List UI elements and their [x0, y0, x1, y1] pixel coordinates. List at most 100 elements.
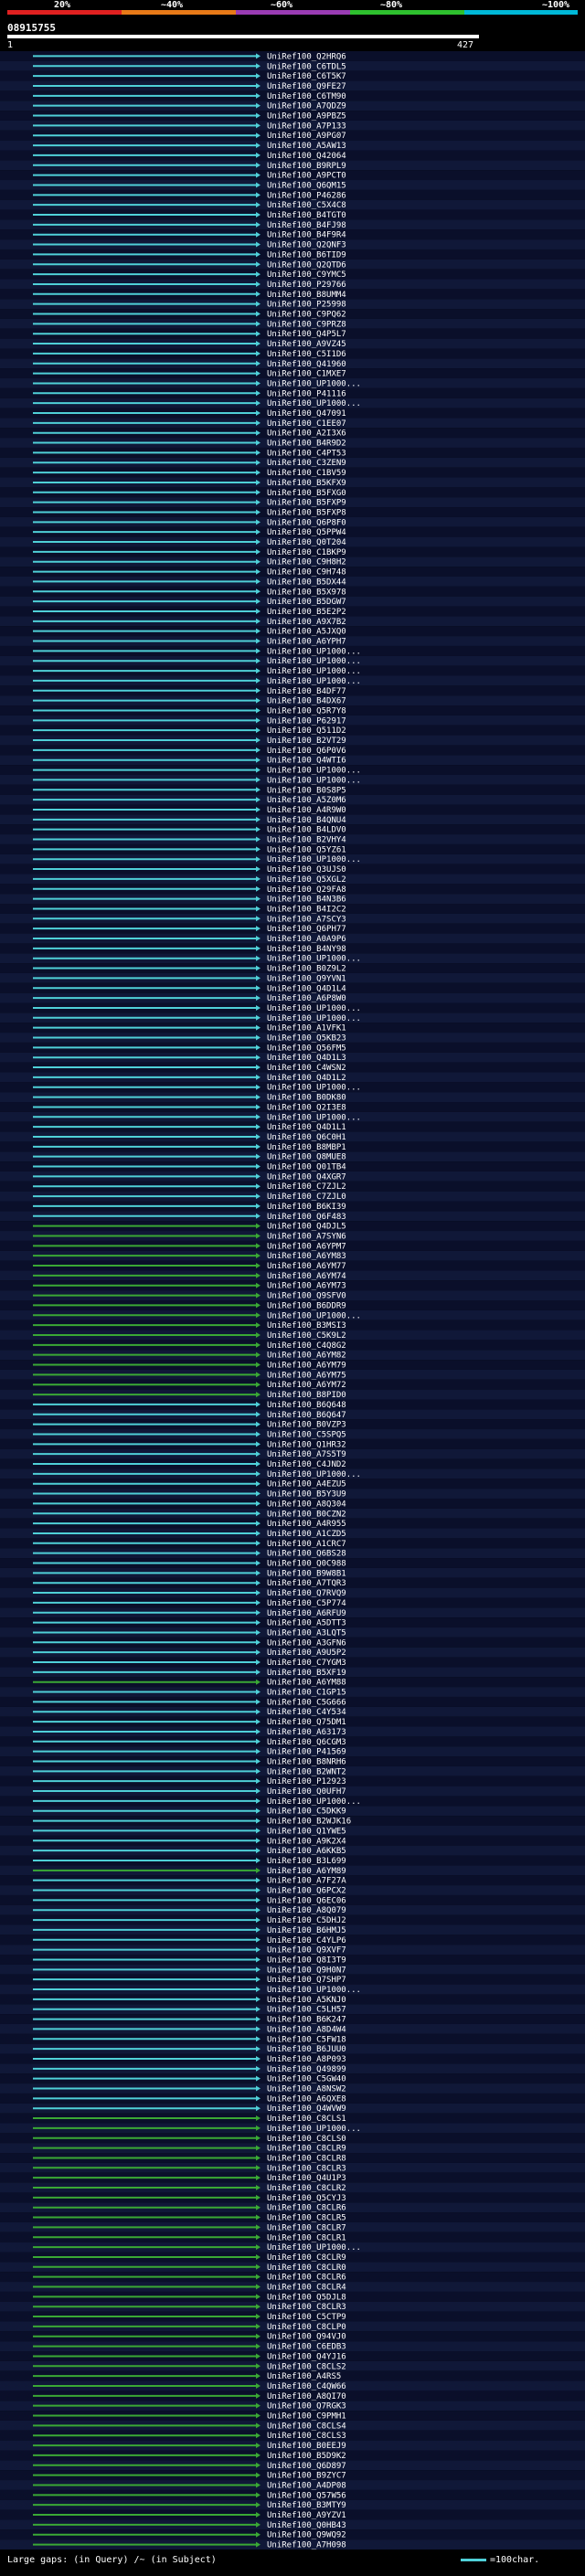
hit-row[interactable]: UniRef100_C8CLR1	[0, 2231, 585, 2242]
hit-row[interactable]: UniRef100_Q6F483	[0, 1211, 585, 1222]
hit-label[interactable]: UniRef100_B4N3B6	[267, 896, 346, 905]
hit-label[interactable]: UniRef100_B0VZP3	[267, 1421, 346, 1430]
hit-label[interactable]: UniRef100_UP1000...	[267, 1311, 361, 1320]
hit-label[interactable]: UniRef100_A5DTT3	[267, 1619, 346, 1628]
hit-row[interactable]: UniRef100_C8CLS4	[0, 2420, 585, 2431]
hit-row[interactable]: UniRef100_A7TQR3	[0, 1577, 585, 1588]
hit-label[interactable]: UniRef100_C5DHJ2	[267, 1916, 346, 1925]
hit-row[interactable]: UniRef100_B8UMM4	[0, 289, 585, 300]
hit-row[interactable]: UniRef100_A4EZU5	[0, 1479, 585, 1489]
hit-label[interactable]: UniRef100_A9YZV1	[267, 2511, 346, 2520]
hit-row[interactable]: UniRef100_A5KNJ0	[0, 1994, 585, 2005]
hit-row[interactable]: UniRef100_Q6D897	[0, 2460, 585, 2471]
hit-label[interactable]: UniRef100_C8CLS3	[267, 2432, 346, 2441]
hit-row[interactable]: UniRef100_C5X4C8	[0, 199, 585, 210]
hit-row[interactable]: UniRef100_UP1000...	[0, 1309, 585, 1320]
hit-row[interactable]: UniRef100_C8CLR7	[0, 2221, 585, 2232]
hit-label[interactable]: UniRef100_C4WSN2	[267, 1064, 346, 1073]
hit-label[interactable]: UniRef100_B2WJK16	[267, 1818, 351, 1827]
hit-label[interactable]: UniRef100_C5K9L2	[267, 1331, 346, 1341]
hit-label[interactable]: UniRef100_C3ZEN9	[267, 459, 346, 468]
hit-label[interactable]: UniRef100_A6P8W0	[267, 994, 346, 1003]
hit-label[interactable]: UniRef100_Q6PCX2	[267, 1887, 346, 1896]
hit-label[interactable]: UniRef100_A4RS5	[267, 2372, 341, 2381]
hit-label[interactable]: UniRef100_C7YGM3	[267, 1659, 346, 1668]
hit-label[interactable]: UniRef100_A4R9W0	[267, 806, 346, 815]
hit-label[interactable]: UniRef100_A7H098	[267, 2541, 346, 2550]
hit-row[interactable]: UniRef100_P62917	[0, 715, 585, 726]
hit-label[interactable]: UniRef100_B9RPL9	[267, 162, 346, 171]
hit-row[interactable]: UniRef100_B6KI39	[0, 1201, 585, 1212]
hit-row[interactable]: UniRef100_A6YM77	[0, 1260, 585, 1271]
hit-label[interactable]: UniRef100_C8CLR2	[267, 2184, 346, 2193]
hit-row[interactable]: UniRef100_A8D4W4	[0, 2023, 585, 2034]
hit-row[interactable]: UniRef100_A8NSW2	[0, 2083, 585, 2094]
hit-label[interactable]: UniRef100_UP1000...	[267, 2243, 361, 2253]
hit-label[interactable]: UniRef100_B5FXP9	[267, 499, 346, 508]
hit-label[interactable]: UniRef100_B6JUU0	[267, 2045, 346, 2054]
hit-row[interactable]: UniRef100_B4F9R4	[0, 229, 585, 240]
hit-row[interactable]: UniRef100_A8P093	[0, 2053, 585, 2064]
hit-row[interactable]: UniRef100_Q94VJ0	[0, 2331, 585, 2342]
hit-label[interactable]: UniRef100_B4R9D2	[267, 440, 346, 449]
hit-label[interactable]: UniRef100_P41569	[267, 1748, 346, 1757]
hit-row[interactable]: UniRef100_C8CLS1	[0, 2113, 585, 2124]
hit-label[interactable]: UniRef100_B4FJ98	[267, 221, 346, 230]
hit-label[interactable]: UniRef100_Q4XGR7	[267, 1172, 346, 1182]
hit-label[interactable]: UniRef100_A4R955	[267, 1520, 346, 1529]
hit-label[interactable]: UniRef100_Q8I3T9	[267, 1956, 346, 1965]
hit-row[interactable]: UniRef100_B4I2C2	[0, 904, 585, 914]
hit-label[interactable]: UniRef100_C8CLR4	[267, 2283, 346, 2292]
hit-label[interactable]: UniRef100_B5X978	[267, 588, 346, 597]
hit-label[interactable]: UniRef100_C8CLR7	[267, 2223, 346, 2232]
hit-label[interactable]: UniRef100_Q9XVF7	[267, 1946, 346, 1956]
hit-row[interactable]: UniRef100_A9PG07	[0, 130, 585, 141]
hit-label[interactable]: UniRef100_C8CLR6	[267, 2204, 346, 2213]
hit-row[interactable]: UniRef100_B5FXG0	[0, 487, 585, 498]
hit-label[interactable]: UniRef100_C1BV59	[267, 469, 346, 478]
hit-label[interactable]: UniRef100_B4F9R4	[267, 231, 346, 240]
hit-row[interactable]: UniRef100_B4TGT0	[0, 209, 585, 220]
hit-row[interactable]: UniRef100_C8CLR9	[0, 2143, 585, 2154]
hit-label[interactable]: UniRef100_P62917	[267, 716, 346, 726]
hit-label[interactable]: UniRef100_Q6QM15	[267, 181, 346, 190]
hit-label[interactable]: UniRef100_UP1000...	[267, 1014, 361, 1023]
hit-row[interactable]: UniRef100_C4QW66	[0, 2380, 585, 2391]
hit-row[interactable]: UniRef100_C4WSN2	[0, 1062, 585, 1073]
hit-row[interactable]: UniRef100_C5CTP9	[0, 2311, 585, 2322]
hit-label[interactable]: UniRef100_C1BKP9	[267, 548, 346, 557]
hit-row[interactable]: UniRef100_Q9YVN1	[0, 972, 585, 983]
hit-label[interactable]: UniRef100_B3MSI3	[267, 1321, 346, 1330]
hit-row[interactable]: UniRef100_A4DP08	[0, 2480, 585, 2490]
hit-label[interactable]: UniRef100_A9PCT0	[267, 172, 346, 181]
hit-row[interactable]: UniRef100_C5LH57	[0, 2004, 585, 2015]
hit-label[interactable]: UniRef100_UP1000...	[267, 1084, 361, 1093]
hit-row[interactable]: UniRef100_C7YGM3	[0, 1657, 585, 1668]
hit-label[interactable]: UniRef100_B5FXG0	[267, 489, 346, 498]
hit-row[interactable]: UniRef100_Q5XGL2	[0, 874, 585, 885]
hit-row[interactable]: UniRef100_B4QNU4	[0, 814, 585, 825]
hit-row[interactable]: UniRef100_C3ZEN9	[0, 457, 585, 468]
hit-label[interactable]: UniRef100_B6DDR9	[267, 1301, 346, 1310]
hit-label[interactable]: UniRef100_Q4U1P3	[267, 2174, 346, 2183]
hit-label[interactable]: UniRef100_A8D4W4	[267, 2025, 346, 2034]
hit-label[interactable]: UniRef100_C5I1D6	[267, 350, 346, 359]
hit-label[interactable]: UniRef100_C7ZJL0	[267, 1193, 346, 1202]
hit-row[interactable]: UniRef100_C5K9L2	[0, 1330, 585, 1341]
hit-row[interactable]: UniRef100_P12923	[0, 1776, 585, 1786]
hit-label[interactable]: UniRef100_A4EZU5	[267, 1480, 346, 1489]
hit-row[interactable]: UniRef100_C5DKK9	[0, 1806, 585, 1817]
hit-label[interactable]: UniRef100_C5SPQ5	[267, 1430, 346, 1439]
hit-row[interactable]: UniRef100_C8CLR2	[0, 2182, 585, 2193]
hit-row[interactable]: UniRef100_Q6P0V6	[0, 745, 585, 756]
hit-row[interactable]: UniRef100_Q9SFV0	[0, 1290, 585, 1301]
hit-row[interactable]: UniRef100_C6EDB3	[0, 2341, 585, 2352]
hit-row[interactable]: UniRef100_B8MBP1	[0, 1141, 585, 1152]
hit-label[interactable]: UniRef100_UP1000...	[267, 855, 361, 864]
hit-label[interactable]: UniRef100_A6YM79	[267, 1362, 346, 1371]
hit-row[interactable]: UniRef100_Q7RVQ9	[0, 1587, 585, 1598]
hit-label[interactable]: UniRef100_B5DGW7	[267, 598, 346, 607]
hit-row[interactable]: UniRef100_C6TM90	[0, 90, 585, 101]
hit-row[interactable]: UniRef100_C1EE07	[0, 418, 585, 429]
hit-label[interactable]: UniRef100_B3MTY9	[267, 2501, 346, 2510]
